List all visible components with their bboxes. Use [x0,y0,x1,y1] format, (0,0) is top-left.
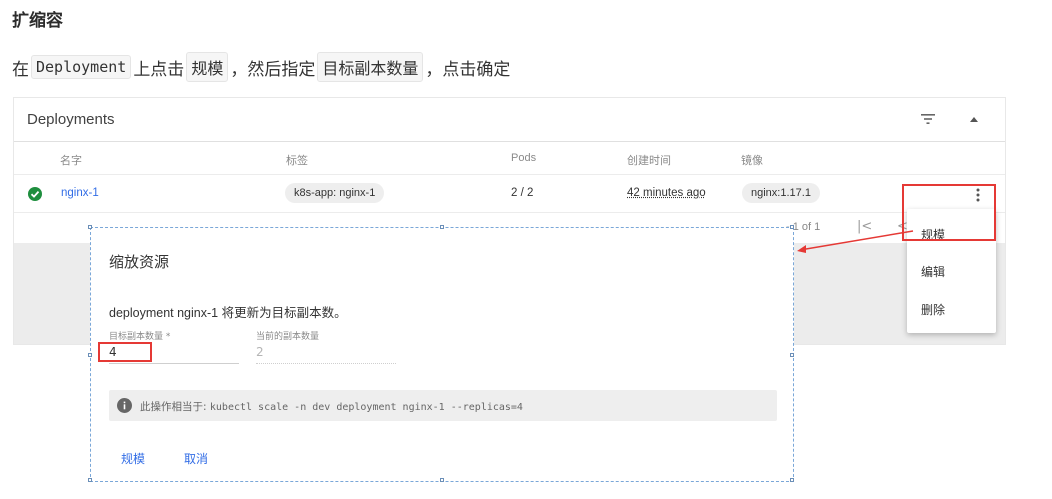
first-page-icon[interactable]: |< [857,219,872,234]
scale-confirm-button[interactable]: 规模 [121,450,145,467]
current-replicas-label: 当前的副本数量 [256,332,320,342]
menu-item-edit[interactable]: 编辑 [921,263,945,280]
resize-handle [88,353,92,357]
target-replicas-underline [109,363,239,364]
hint-prefix: 此操作相当于: [140,401,207,413]
current-replicas-underline [256,363,396,364]
chevron-up-icon[interactable] [969,115,979,123]
resize-handle [790,478,794,482]
command-hint: 此操作相当于: kubectl scale -n dev deployment … [109,390,777,421]
instruction-text-2: 上点击 [133,59,185,80]
code-deployment: Deployment [31,55,132,79]
annotation-box-target [98,342,152,362]
column-header-pods: Pods [511,152,537,164]
column-header-image: 镜像 [741,155,763,167]
code-scale: 规模 [186,52,229,82]
resize-handle [440,225,444,229]
scale-dialog: 缩放资源 deployment nginx-1 将更新为目标副本数。 目标副本数… [88,225,794,482]
column-header-name: 名字 [60,155,82,167]
hint-text: 此操作相当于: kubectl scale -n dev deployment … [140,399,523,414]
resize-handle [88,478,92,482]
current-replicas-field: 2 [256,345,264,359]
deployment-name-link[interactable]: nginx-1 [61,187,99,199]
instruction-text-1: 在 [12,59,29,80]
info-icon [117,398,132,413]
dialog-title: 缩放资源 [109,253,170,271]
label-chip: k8s-app: nginx-1 [285,183,385,203]
resize-handle [790,225,794,229]
pods-count: 2 / 2 [511,187,534,199]
annotation-box-menu [902,184,996,241]
cancel-button[interactable]: 取消 [184,450,208,467]
hint-command: kubectl scale -n dev deployment nginx-1 … [209,402,523,413]
filter-icon[interactable] [921,113,935,125]
target-replicas-label: 目标副本数量 * [109,332,171,342]
doc-heading: 扩缩容 [12,11,63,31]
instruction-text-4: ，点击确定 [425,59,511,80]
created-time: 42 minutes ago [627,187,706,199]
card-header: Deployments [14,98,1005,142]
doc-instruction: 在 Deployment 上点击 规模 ，然后指定 目标副本数量 ，点击确定 [12,52,510,82]
image-chip: nginx:1.17.1 [742,183,820,203]
column-header-labels: 标签 [286,155,308,167]
instruction-text-3: ，然后指定 [230,59,316,80]
column-header-created: 创建时间 [627,155,671,167]
check-circle-icon [28,187,42,201]
dialog-description: deployment nginx-1 将更新为目标副本数。 [109,306,347,320]
resize-handle [88,225,92,229]
resize-handle [440,478,444,482]
card-title: Deployments [27,111,115,128]
resize-handle [790,353,794,357]
row-divider [14,174,1005,175]
row-divider [14,212,1005,213]
code-target-replicas: 目标副本数量 [317,52,424,82]
menu-item-delete[interactable]: 删除 [921,301,945,318]
